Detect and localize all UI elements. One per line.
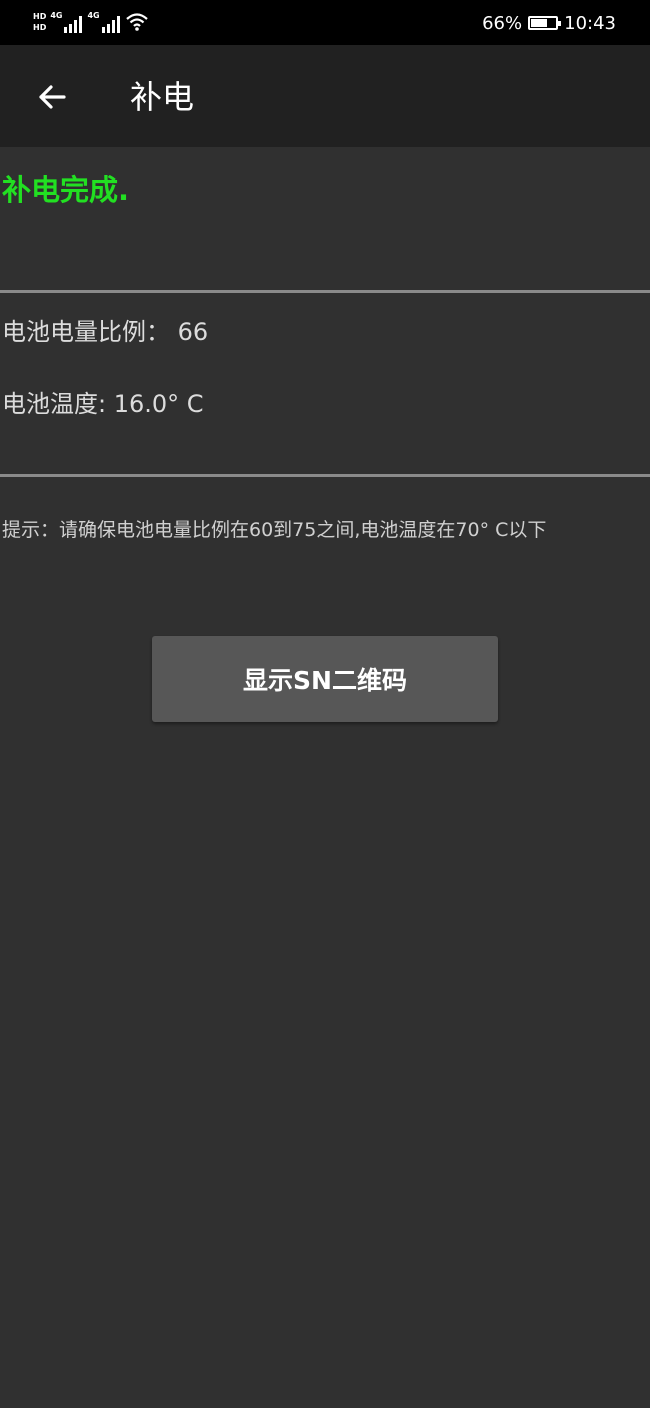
signal-icon <box>101 16 120 33</box>
status-left: HD HD 4G 4G <box>33 8 149 36</box>
battery-charging-icon <box>528 16 562 30</box>
hd-icon: HD HD <box>33 11 46 33</box>
battery-ratio-text: 电池电量比例： 66 <box>2 318 209 346</box>
sim2-network-label: 4G <box>87 11 100 20</box>
hd-label-2: HD <box>33 23 47 32</box>
app-bar: 补电 <box>0 45 650 147</box>
divider <box>0 474 650 477</box>
sim2-signal: 4G <box>87 11 120 33</box>
status-bar: HD HD 4G 4G 66% 10:43 <box>0 0 650 45</box>
clock: 10:43 <box>564 12 616 34</box>
page-title: 补电 <box>130 78 195 116</box>
arrow-left-icon <box>39 85 66 109</box>
battery-level-fill <box>531 19 547 27</box>
divider <box>0 290 650 293</box>
battery-temperature-text: 电池温度: 16.0° C <box>2 390 204 418</box>
status-message: 补电完成. <box>2 173 130 207</box>
sim1-network-label: 4G <box>50 11 63 20</box>
signal-icon <box>64 16 83 33</box>
status-right: 66% 10:43 <box>482 10 616 36</box>
wifi-icon <box>125 13 148 31</box>
back-button[interactable] <box>32 77 72 117</box>
battery-percent: 66% <box>482 12 523 34</box>
show-sn-qrcode-button[interactable]: 显示SN二维码 <box>152 636 498 722</box>
sim1-signal: 4G <box>50 11 83 33</box>
hd-label-1: HD <box>33 12 47 21</box>
hint-text: 提示：请确保电池电量比例在60到75之间,电池温度在70° C以下 <box>2 519 547 541</box>
